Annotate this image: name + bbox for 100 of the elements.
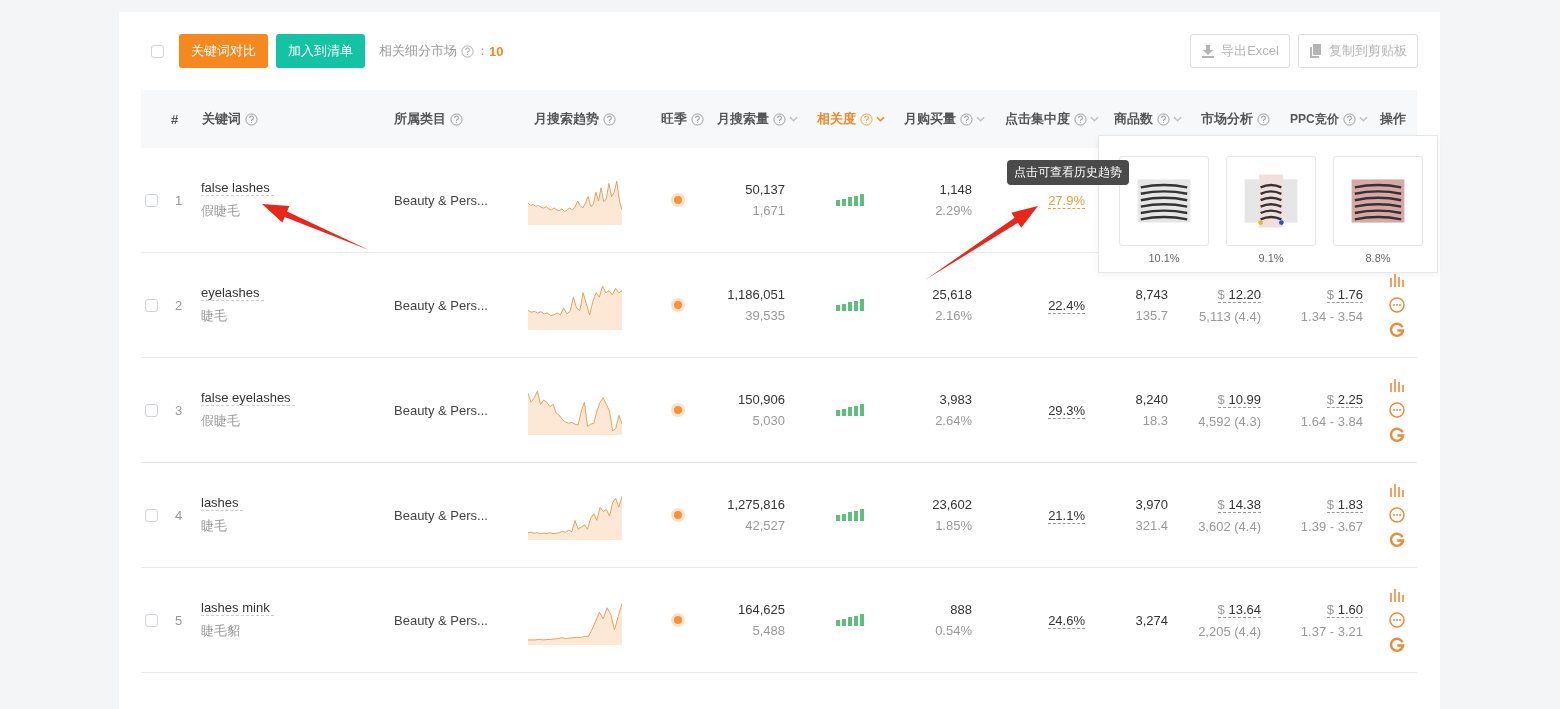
column-header: 点击集中度 (1005, 110, 1070, 128)
click-share-link[interactable]: 24.6% (1048, 612, 1085, 629)
keyword-link[interactable]: eyelashes (201, 285, 264, 301)
monthly-purchases: 888 (950, 602, 972, 617)
more-icon[interactable] (1389, 612, 1405, 628)
row-number: 4 (174, 507, 183, 523)
sort-caret-icon[interactable] (789, 116, 798, 122)
category-text: Beauty & Pers... (394, 402, 488, 418)
more-icon[interactable] (1389, 402, 1405, 418)
select-all-checkbox[interactable] (151, 44, 164, 58)
review-count: 2,205 (4.4) (1198, 623, 1261, 639)
copy-icon (1309, 44, 1323, 58)
ppc-bid[interactable]: $ 1.60 (1326, 601, 1363, 618)
column-header: 商品数 (1114, 110, 1153, 128)
sort-caret-icon[interactable] (1090, 116, 1099, 122)
row-number: 5 (174, 612, 183, 628)
click-share-link[interactable]: 29.3% (1048, 402, 1085, 419)
category-text: Beauty & Pers... (394, 192, 488, 208)
g-icon[interactable] (1389, 322, 1405, 338)
row-number: 2 (174, 297, 183, 313)
ppc-range: 1.37 - 3.21 (1300, 623, 1363, 639)
monthly-searches: 150,906 (738, 392, 785, 407)
product-count: 8,743 (1135, 287, 1168, 302)
g-icon[interactable] (1389, 532, 1405, 548)
keyword-link[interactable]: false eyelashes (201, 390, 295, 406)
row-checkbox[interactable] (145, 403, 158, 417)
g-icon[interactable] (1389, 637, 1405, 653)
keyword-translation: 假睫毛 (201, 202, 240, 220)
product-count: 3,970 (1135, 497, 1168, 512)
more-icon[interactable] (1389, 297, 1405, 313)
average-price[interactable]: $ 10.99 (1217, 391, 1261, 408)
column-header: 旺季 (660, 110, 687, 128)
bar-chart-icon[interactable] (1389, 272, 1405, 288)
keyword-translation: 假睫毛 (201, 412, 240, 430)
sort-caret-icon[interactable] (1173, 116, 1182, 122)
bar-chart-icon[interactable] (1389, 377, 1405, 393)
product-thumbnail[interactable] (1333, 156, 1423, 246)
product-count: 3,274 (1135, 612, 1168, 628)
purchase-rate: 0.54% (935, 623, 972, 638)
column-header: 月搜索量 (717, 110, 769, 128)
average-price[interactable]: $ 14.38 (1217, 496, 1261, 513)
keyword-translation: 睫毛 (201, 517, 227, 535)
keyword-translation: 睫毛 (201, 307, 227, 325)
purchase-rate: 1.85% (935, 518, 972, 533)
column-header: 月购买量 (904, 110, 956, 128)
daily-searches: 5,030 (752, 413, 785, 428)
row-number: 1 (174, 192, 183, 208)
purchase-rate: 2.16% (935, 308, 972, 323)
ppc-range: 1.64 - 3.84 (1300, 413, 1363, 429)
row-checkbox[interactable] (145, 193, 158, 207)
category-text: Beauty & Pers... (394, 612, 488, 628)
average-price[interactable]: $ 12.20 (1217, 286, 1261, 303)
monthly-searches: 164,625 (738, 602, 785, 617)
average-price[interactable]: $ 13.64 (1217, 601, 1261, 618)
bar-chart-icon[interactable] (1389, 587, 1405, 603)
category-text: Beauty & Pers... (394, 297, 488, 313)
row-checkbox[interactable] (145, 298, 158, 312)
review-count: 5,113 (4.4) (1199, 308, 1261, 324)
monthly-purchases: 3,983 (939, 392, 972, 407)
sort-caret-icon[interactable] (1358, 116, 1368, 122)
column-header: 操作 (1380, 110, 1406, 128)
column-header: 市场分析 (1201, 110, 1253, 128)
keyword-link[interactable]: false lashes (201, 180, 274, 196)
purchase-rate: 2.29% (935, 203, 972, 218)
sort-caret-icon[interactable] (876, 116, 885, 122)
keyword-link[interactable]: lashes (201, 495, 243, 511)
product-ratio: 18.3 (1142, 413, 1168, 428)
product-thumbnail[interactable] (1226, 156, 1316, 246)
tooltip: 点击可查看历史趋势 (1007, 159, 1129, 185)
row-checkbox[interactable] (145, 508, 158, 522)
ppc-bid[interactable]: $ 1.76 (1326, 286, 1363, 303)
product-ratio: 321.4 (1135, 518, 1168, 533)
sort-caret-icon[interactable] (976, 116, 985, 122)
column-header: 所属类目 (394, 110, 446, 128)
monthly-purchases: 1,148 (939, 182, 972, 197)
bar-chart-icon[interactable] (1389, 482, 1405, 498)
segment-label: 相关细分市场 (379, 42, 457, 60)
more-icon[interactable] (1389, 507, 1405, 523)
keyword-link[interactable]: lashes mink (201, 600, 274, 616)
column-header: # (171, 111, 179, 127)
ppc-bid[interactable]: $ 2.25 (1326, 391, 1363, 408)
click-share-link[interactable]: 21.1% (1048, 507, 1085, 524)
product-click-share: 9.1% (1258, 252, 1284, 264)
click-share-link[interactable]: 22.4% (1048, 297, 1085, 314)
keyword-translation: 睫毛貂 (201, 622, 240, 640)
daily-searches: 5,488 (752, 623, 785, 638)
monthly-searches: 1,186,051 (727, 287, 785, 302)
download-icon (1201, 44, 1216, 58)
monthly-searches: 50,137 (745, 182, 785, 197)
separator-text: ： (476, 42, 489, 60)
monthly-purchases: 25,618 (932, 287, 972, 302)
ppc-range: 1.39 - 3.67 (1300, 518, 1363, 534)
g-icon[interactable] (1389, 427, 1405, 443)
row-checkbox[interactable] (145, 613, 158, 627)
product-ratio: 135.7 (1135, 308, 1168, 323)
daily-searches: 1,671 (752, 203, 785, 218)
ppc-bid[interactable]: $ 1.83 (1326, 496, 1363, 513)
help-icon (461, 44, 474, 58)
review-count: 3,602 (4.4) (1198, 518, 1261, 534)
column-header: 月搜索趋势 (534, 110, 599, 128)
